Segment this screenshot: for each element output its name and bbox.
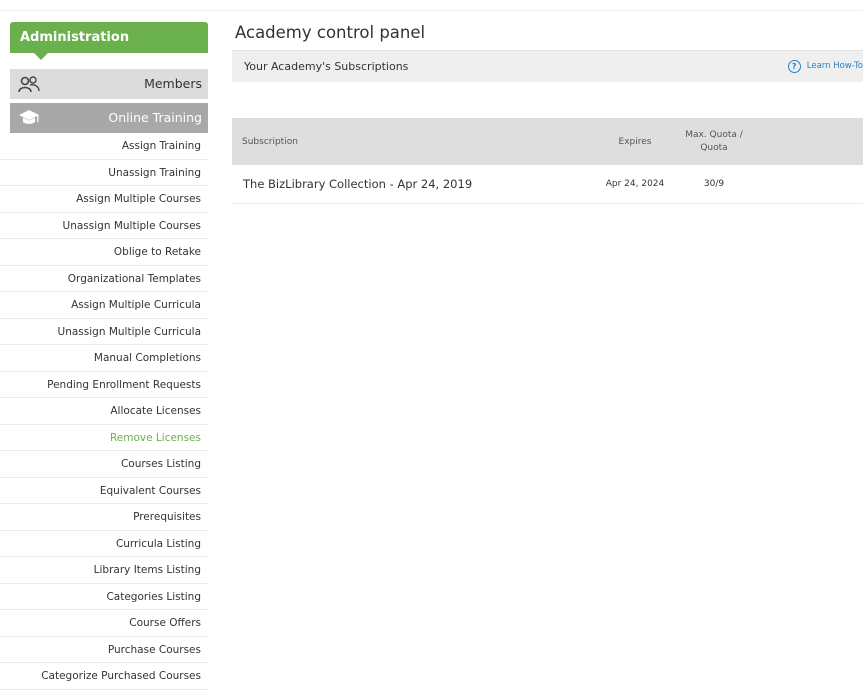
row-quota: 30/9 (703, 179, 725, 189)
online-training-label: Online Training (108, 110, 202, 125)
sidebar-item-manual-completions[interactable]: Manual Completions (0, 345, 208, 372)
sidebar-item-courses-listing[interactable]: Courses Listing (0, 451, 208, 478)
main-content: Academy control panel Your Academy's Sub… (232, 20, 863, 204)
sidebar-item-assign-multiple-courses[interactable]: Assign Multiple Courses (0, 186, 208, 213)
members-icon (18, 76, 40, 93)
table-header: Subscription Expires Max. Quota / Quota (232, 118, 863, 165)
sidebar-item-allocate-licenses[interactable]: Allocate Licenses (0, 398, 208, 425)
subscriptions-heading: Your Academy's Subscriptions (244, 60, 409, 73)
sidebar-item-categories-listing[interactable]: Categories Listing (0, 584, 208, 610)
header-subscription[interactable]: Subscription (232, 137, 593, 147)
sidebar-item-categorize-purchased-courses[interactable]: Categorize Purchased Courses (0, 663, 208, 690)
sidebar-item-equivalent-courses[interactable]: Equivalent Courses (0, 478, 208, 504)
administration-header[interactable]: Administration (10, 22, 208, 60)
sidebar-item-assign-training[interactable]: Assign Training (0, 133, 208, 160)
sidebar-item-prerequisites[interactable]: Prerequisites (0, 504, 208, 531)
header-quota-line1: Max. Quota / (685, 129, 743, 140)
subscriptions-bar: Your Academy's Subscriptions ? Learn How… (232, 50, 863, 82)
header-quota[interactable]: Max. Quota / Quota (677, 129, 751, 155)
row-subscription: The BizLibrary Collection - Apr 24, 2019 (243, 177, 473, 191)
members-label: Members (144, 76, 202, 91)
page-title: Academy control panel (235, 23, 426, 42)
admin-sidebar: Administration Members Online Training A… (0, 22, 208, 690)
sidebar-item-oblige-to-retake[interactable]: Oblige to Retake (0, 239, 208, 266)
sidebar-item-assign-multiple-curricula[interactable]: Assign Multiple Curricula (0, 292, 208, 319)
administration-label: Administration (20, 30, 130, 45)
sidebar-item-remove-licenses[interactable]: Remove Licenses (0, 425, 208, 451)
sidebar-section-online-training[interactable]: Online Training (10, 103, 208, 133)
learn-how-to-link[interactable]: ? Learn How-To (787, 51, 863, 82)
sidebar-item-organizational-templates[interactable]: Organizational Templates (0, 266, 208, 292)
help-circle-icon: ? (787, 60, 801, 73)
sidebar-item-purchase-courses[interactable]: Purchase Courses (0, 637, 208, 663)
table-row[interactable]: The BizLibrary Collection - Apr 24, 2019… (232, 165, 863, 204)
sidebar-item-unassign-multiple-curricula[interactable]: Unassign Multiple Curricula (0, 319, 208, 345)
row-expires: Apr 24, 2024 (605, 179, 665, 189)
subscriptions-table: Subscription Expires Max. Quota / Quota … (232, 118, 863, 204)
sidebar-item-unassign-training[interactable]: Unassign Training (0, 160, 208, 186)
sidebar-item-pending-enrollment-requests[interactable]: Pending Enrollment Requests (0, 372, 208, 398)
sidebar-item-unassign-multiple-courses[interactable]: Unassign Multiple Courses (0, 213, 208, 239)
header-quota-line2: Quota (700, 142, 728, 153)
sidebar-item-course-offers[interactable]: Course Offers (0, 610, 208, 637)
graduation-cap-icon (19, 110, 39, 124)
sidebar-item-library-items-listing[interactable]: Library Items Listing (0, 557, 208, 584)
online-training-menu: Assign Training Unassign Training Assign M… (0, 133, 208, 690)
learn-how-to-label: Learn How-To (806, 61, 863, 71)
sidebar-section-members[interactable]: Members (10, 69, 208, 99)
top-divider (0, 10, 863, 11)
header-expires[interactable]: Expires (593, 137, 677, 147)
sidebar-item-curricula-listing[interactable]: Curricula Listing (0, 531, 208, 557)
